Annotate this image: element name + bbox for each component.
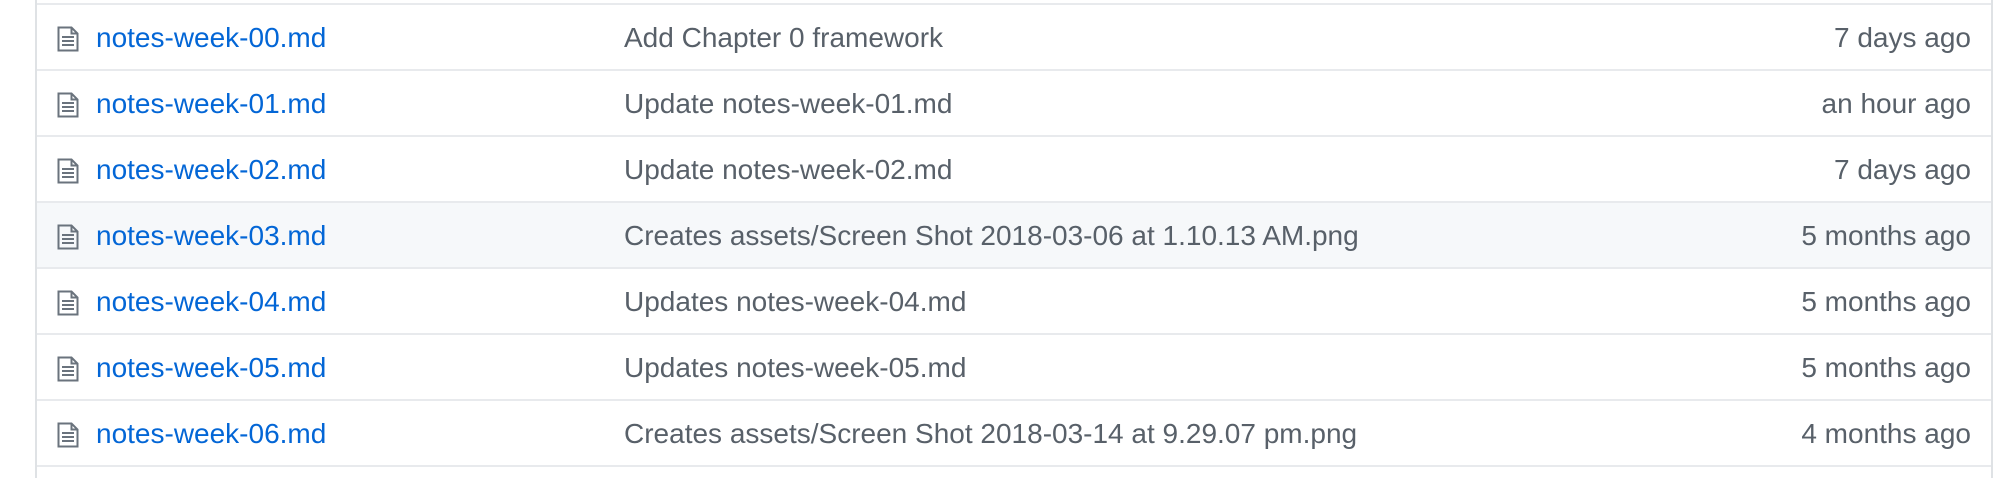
commit-message-link[interactable]: Updates notes-week-04.md [624,285,966,319]
file-name-link[interactable]: notes-week-02.md [96,153,326,187]
file-row[interactable]: notes-week-01.md Update notes-week-01.md… [37,71,1991,137]
commit-age: 7 days ago [1834,22,1971,53]
file-row-hovered[interactable]: notes-week-03.md Creates assets/Screen S… [37,203,1991,269]
file-text-icon [57,92,79,118]
file-text-icon [57,422,79,448]
file-row[interactable]: notes-week-04.md Updates notes-week-04.m… [37,269,1991,335]
file-row[interactable]: notes-week-00.md Add Chapter 0 framework… [37,5,1991,71]
file-row[interactable]: notes-week-06.md Creates assets/Screen S… [37,401,1991,467]
file-name-link[interactable]: notes-week-06.md [96,417,326,451]
file-name-link[interactable]: notes-week-03.md [96,219,326,253]
commit-message-link[interactable]: Add Chapter 0 framework [624,21,943,55]
commit-age: 4 months ago [1801,418,1971,449]
commit-message-link[interactable]: Update notes-week-01.md [624,87,952,121]
commit-message-link[interactable]: Updates notes-week-05.md [624,351,966,385]
commit-message-link[interactable]: Update notes-week-02.md [624,153,952,187]
file-text-icon [57,26,79,52]
file-name-link[interactable]: notes-week-00.md [96,21,326,55]
commit-message-link[interactable]: Creates assets/Screen Shot 2018-03-06 at… [624,219,1359,253]
commit-age: 7 days ago [1834,154,1971,185]
file-text-icon [57,356,79,382]
commit-age: 5 months ago [1801,286,1971,317]
file-row[interactable]: notes-week-05.md Updates notes-week-05.m… [37,335,1991,401]
file-text-icon [57,158,79,184]
file-text-icon [57,290,79,316]
file-name-link[interactable]: notes-week-05.md [96,351,326,385]
file-text-icon [57,224,79,250]
file-name-link[interactable]: notes-week-01.md [96,87,326,121]
file-name-link[interactable]: notes-week-04.md [96,285,326,319]
file-row[interactable]: notes-week-02.md Update notes-week-02.md… [37,137,1991,203]
commit-message-link[interactable]: Creates assets/Screen Shot 2018-03-14 at… [624,417,1357,451]
commit-age: 5 months ago [1801,220,1971,251]
file-list: notes-week-00.md Add Chapter 0 framework… [35,0,1993,478]
commit-age: 5 months ago [1801,352,1971,383]
commit-age: an hour ago [1821,88,1971,119]
